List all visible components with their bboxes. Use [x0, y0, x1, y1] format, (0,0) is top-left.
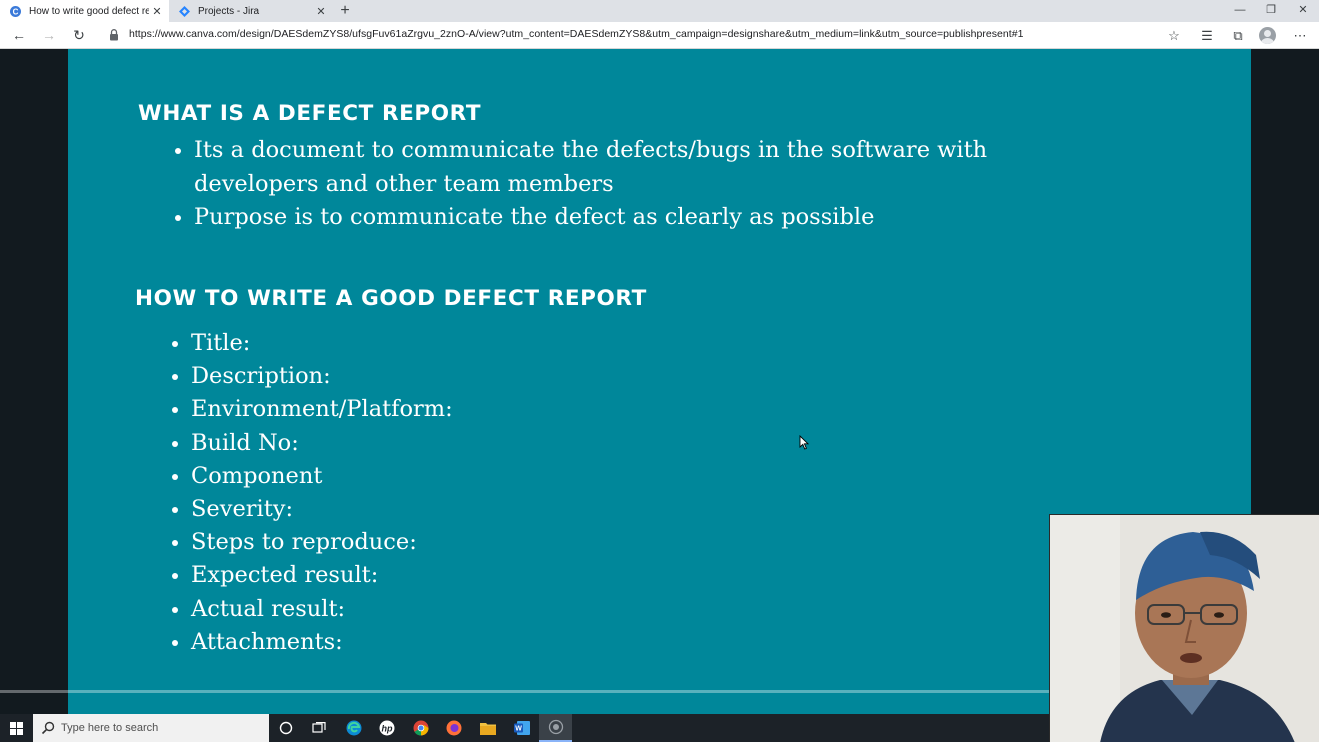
svg-text:C: C — [13, 7, 19, 16]
favorite-star-icon[interactable]: ☆ — [1164, 26, 1184, 46]
back-icon[interactable]: ← — [8, 25, 30, 47]
file-explorer-icon[interactable] — [471, 714, 504, 742]
svg-text:hp: hp — [381, 724, 392, 734]
list-item-text: Its a document to communicate the defect… — [194, 137, 988, 163]
mouse-cursor-icon — [799, 435, 809, 450]
restore-icon[interactable]: ❐ — [1255, 0, 1287, 22]
word-icon[interactable]: W — [505, 714, 538, 742]
bullet-list-definition: Its a document to communicate the defect… — [156, 134, 987, 235]
cortana-icon[interactable] — [269, 714, 302, 742]
list-item: Component — [153, 460, 453, 493]
list-item: Title: — [153, 327, 453, 360]
recorder-icon[interactable] — [539, 714, 572, 742]
list-item: Severity: — [153, 493, 453, 526]
lock-icon — [110, 29, 118, 41]
tab-jira[interactable]: Projects - Jira ✕ — [169, 0, 333, 22]
svg-text:W: W — [515, 726, 522, 733]
favorites-list-icon[interactable]: ☰ — [1197, 26, 1217, 46]
list-item: Attachments: — [153, 626, 453, 659]
list-item: Description: — [153, 360, 453, 393]
browser-toolbar: ← → ↻ https://www.canva.com/design/DAESd… — [0, 22, 1319, 49]
tab-title: How to write good defect report — [29, 5, 149, 17]
address-bar[interactable]: https://www.canva.com/design/DAESdemZYS8… — [129, 28, 1023, 40]
windows-taskbar: Type here to search hp W — [0, 714, 1049, 742]
list-item: Build No: — [153, 427, 453, 460]
windows-start-icon[interactable] — [0, 714, 33, 742]
webcam-video-overlay — [1049, 514, 1319, 742]
firefox-icon[interactable] — [437, 714, 470, 742]
list-item: Actual result: — [153, 593, 453, 626]
close-tab-icon[interactable]: ✕ — [149, 5, 165, 18]
slide-heading-what-is: WHAT IS A DEFECT REPORT — [138, 101, 482, 126]
canva-icon: C — [10, 5, 21, 17]
close-tab-icon[interactable]: ✕ — [313, 5, 329, 18]
profile-avatar[interactable] — [1259, 27, 1276, 44]
reload-icon[interactable]: ↻ — [68, 25, 90, 47]
new-tab-button[interactable]: + — [336, 1, 354, 21]
tab-title: Projects - Jira — [198, 5, 260, 17]
bullet-list-report-fields: Title: Description: Environment/Platform… — [153, 327, 453, 659]
taskbar-search-box[interactable]: Type here to search — [33, 714, 269, 742]
list-item-text-continuation: developers and other team members — [194, 170, 614, 197]
search-icon — [41, 721, 55, 735]
tab-strip: C How to write good defect report ✕ Proj… — [0, 0, 1319, 22]
forward-icon[interactable]: → — [38, 25, 60, 47]
presenter-avatar — [1050, 515, 1319, 742]
minimize-icon[interactable]: — — [1224, 0, 1256, 22]
hp-icon[interactable]: hp — [370, 714, 403, 742]
close-window-icon[interactable]: ✕ — [1287, 0, 1319, 22]
search-placeholder: Type here to search — [61, 722, 159, 734]
slide-heading-how-to-write: HOW TO WRITE A GOOD DEFECT REPORT — [135, 286, 647, 311]
list-item: Purpose is to communicate the defect as … — [156, 201, 987, 235]
list-item: Steps to reproduce: — [153, 526, 453, 559]
list-item-text: Purpose is to communicate the defect as … — [194, 204, 875, 230]
tab-how-to-write[interactable]: C How to write good defect report ✕ — [0, 0, 169, 22]
list-item: Its a document to communicate the defect… — [156, 134, 987, 201]
collections-icon[interactable]: ⧉ — [1228, 26, 1248, 46]
more-menu-icon[interactable]: ⋯ — [1290, 26, 1310, 46]
chrome-icon[interactable] — [404, 714, 437, 742]
task-view-icon[interactable] — [302, 714, 335, 742]
list-item: Environment/Platform: — [153, 393, 453, 426]
edge-icon[interactable] — [337, 714, 370, 742]
jira-icon — [179, 5, 190, 17]
list-item: Expected result: — [153, 559, 453, 592]
